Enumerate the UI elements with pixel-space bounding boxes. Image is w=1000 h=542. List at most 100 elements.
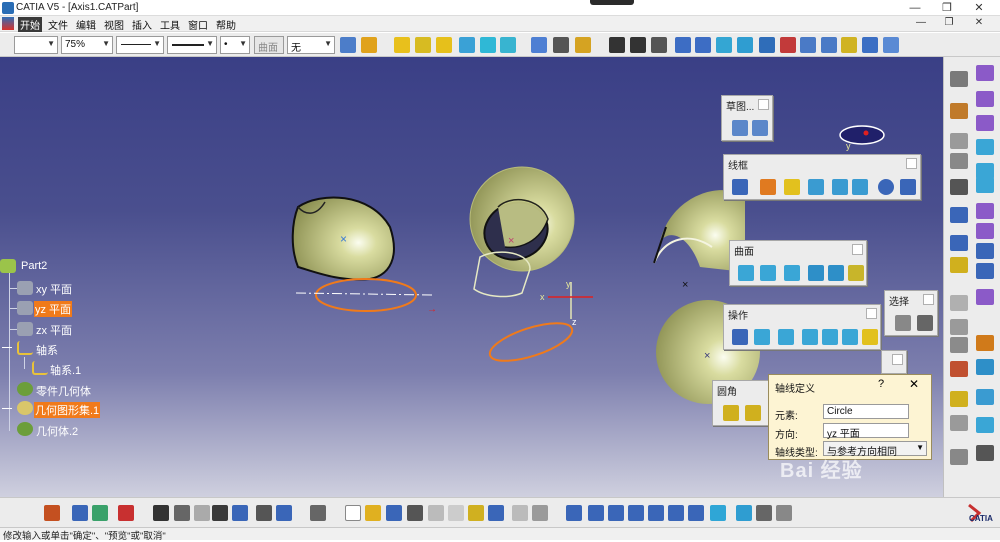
parallel-curve-icon[interactable] xyxy=(852,179,868,195)
sweep-icon[interactable] xyxy=(784,265,800,281)
apply-material-icon[interactable] xyxy=(976,335,994,351)
groove-icon[interactable] xyxy=(950,133,968,149)
brush-icon[interactable] xyxy=(361,37,377,53)
circle-curve-left[interactable] xyxy=(315,278,417,312)
menu-file[interactable]: 文件 xyxy=(46,17,70,32)
tree-icon[interactable] xyxy=(675,37,691,53)
tag-icon[interactable] xyxy=(883,37,899,53)
tree-item-axis-system-1[interactable]: 轴系.1 xyxy=(50,362,81,378)
law-icon[interactable] xyxy=(92,505,108,521)
sketcher-icon[interactable] xyxy=(394,37,410,53)
sketch-icon[interactable] xyxy=(732,120,748,136)
toolbar-surfaces[interactable]: 曲面 xyxy=(729,240,867,286)
select-arrow-icon[interactable] xyxy=(895,315,911,331)
tree-root[interactable]: Part2 xyxy=(21,260,47,272)
shaft-icon[interactable] xyxy=(950,103,968,119)
plane-icon[interactable] xyxy=(415,37,431,53)
expand-minus-icon[interactable] xyxy=(2,347,12,348)
toolbar-wireframe[interactable]: 线框 xyxy=(723,154,921,200)
toolbar-sketch-close[interactable] xyxy=(758,99,769,110)
tree-item-geometric-set[interactable]: 几何图形集.1 xyxy=(34,402,101,418)
transform-icon[interactable] xyxy=(842,329,858,345)
knowledge-icon[interactable] xyxy=(950,391,968,407)
curve-tool-icon[interactable] xyxy=(780,37,796,53)
knowledge-advisor-icon[interactable] xyxy=(72,505,88,521)
eraser-icon[interactable] xyxy=(118,505,134,521)
projection-icon[interactable] xyxy=(808,179,824,195)
grid-icon[interactable] xyxy=(695,37,711,53)
boundary-icon[interactable] xyxy=(802,329,818,345)
dialog-help-button[interactable]: ? xyxy=(878,378,884,390)
frame-icon[interactable] xyxy=(759,37,775,53)
matrix-icon[interactable] xyxy=(950,235,968,251)
fit-all-icon[interactable] xyxy=(588,505,604,521)
loft-icon[interactable] xyxy=(828,265,844,281)
toolbar-operations[interactable]: 操作 xyxy=(723,304,881,350)
extrude-icon[interactable] xyxy=(738,265,754,281)
menu-start[interactable]: 开始 xyxy=(18,17,42,32)
spiral-icon[interactable] xyxy=(609,37,625,53)
split-icon[interactable] xyxy=(754,329,770,345)
inertia-icon[interactable] xyxy=(553,37,569,53)
measure-between-icon[interactable] xyxy=(950,361,968,377)
axis-icon[interactable] xyxy=(651,37,667,53)
3d-viewport[interactable]: × → × y x z × × y Part2 xy 平面 yz 平面 zx 平… xyxy=(0,57,943,497)
menu-edit[interactable]: 编辑 xyxy=(74,17,98,32)
menu-view[interactable]: 视图 xyxy=(102,17,126,32)
blend-icon[interactable] xyxy=(848,265,864,281)
circle-icon[interactable] xyxy=(878,179,894,195)
tree-item-part-body[interactable]: 零件几何体 xyxy=(36,383,91,399)
flag-icon[interactable] xyxy=(950,449,968,465)
select-trap-icon[interactable] xyxy=(917,315,933,331)
tree-item-zx-plane[interactable]: zx 平面 xyxy=(36,322,72,338)
lineweight-combo[interactable]: ▼ xyxy=(167,36,217,54)
linetype-combo[interactable]: ▼ xyxy=(116,36,164,54)
lock-icon[interactable] xyxy=(256,505,272,521)
graph-icon[interactable] xyxy=(950,179,968,195)
spline-icon[interactable] xyxy=(900,179,916,195)
save-icon[interactable] xyxy=(386,505,402,521)
new-file-icon[interactable] xyxy=(345,505,361,521)
annotation-icon[interactable] xyxy=(950,319,968,335)
paint-icon[interactable] xyxy=(340,37,356,53)
cube-icon[interactable] xyxy=(500,37,516,53)
positioned-sketch-icon[interactable] xyxy=(752,120,768,136)
hide-show-icon[interactable] xyxy=(756,505,772,521)
open-folder-icon[interactable] xyxy=(365,505,381,521)
menu-help[interactable]: 帮助 xyxy=(214,17,238,32)
workbench-icon[interactable] xyxy=(950,71,968,87)
abc-icon[interactable] xyxy=(950,295,968,311)
revolve-icon[interactable] xyxy=(760,265,776,281)
box-icon[interactable] xyxy=(737,37,753,53)
plane-tool-icon[interactable] xyxy=(784,179,800,195)
shell-icon[interactable] xyxy=(976,389,994,405)
constraint-icon[interactable] xyxy=(950,337,968,353)
toolbar-surfaces-close[interactable] xyxy=(852,244,863,255)
expand-plus-icon[interactable] xyxy=(2,408,12,409)
menu-insert[interactable]: 插入 xyxy=(130,17,154,32)
frames-icon[interactable] xyxy=(976,243,994,259)
paste-icon[interactable] xyxy=(468,505,484,521)
stiffener-icon[interactable] xyxy=(950,153,968,169)
square-icon[interactable] xyxy=(436,37,452,53)
shading-icon[interactable] xyxy=(736,505,752,521)
catalog-icon[interactable] xyxy=(310,505,326,521)
camera-icon[interactable] xyxy=(976,445,994,461)
scale-icon[interactable] xyxy=(950,257,968,273)
print-icon[interactable] xyxy=(407,505,423,521)
tools-icon[interactable] xyxy=(950,415,968,431)
toolbar-wireframe-close[interactable] xyxy=(906,158,917,169)
edge-fillet-icon[interactable] xyxy=(745,405,761,421)
toolbar-collapsed[interactable] xyxy=(881,350,907,374)
intersection-icon[interactable] xyxy=(832,179,848,195)
fly-mode-icon[interactable] xyxy=(566,505,582,521)
doc-restore-button[interactable]: ❐ xyxy=(936,17,962,31)
bars-icon[interactable] xyxy=(821,37,837,53)
update-icon[interactable] xyxy=(276,505,292,521)
extract-icon[interactable] xyxy=(822,329,838,345)
doc-minimize-button[interactable]: — xyxy=(908,17,934,31)
point-icon[interactable] xyxy=(732,179,748,195)
dialog-close-button[interactable]: ✕ xyxy=(909,377,919,391)
direction-field[interactable]: yz 平面 xyxy=(823,423,909,440)
xn-icon[interactable] xyxy=(950,207,968,223)
